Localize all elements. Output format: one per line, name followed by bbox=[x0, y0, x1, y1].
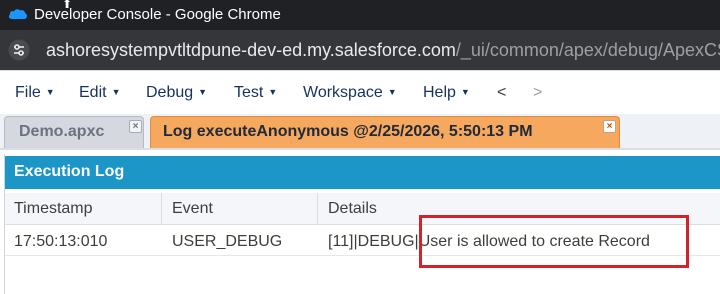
caret-down-icon: ▼ bbox=[198, 87, 208, 97]
nav-forward-button[interactable]: > bbox=[533, 84, 542, 102]
caret-down-icon: ▼ bbox=[387, 87, 397, 97]
url-domain: ashoresystempvtltdpune-dev-ed.my.salesfo… bbox=[46, 40, 456, 60]
salesforce-cloud-icon bbox=[8, 9, 27, 19]
menu-debug[interactable]: Debug ▼ bbox=[146, 84, 207, 102]
caret-down-icon: ▼ bbox=[460, 87, 470, 97]
address-bar: ashoresystempvtltdpune-dev-ed.my.salesfo… bbox=[0, 30, 720, 70]
tab-demo-apxc[interactable]: Demo.apxc × bbox=[4, 116, 144, 148]
url-field[interactable]: ashoresystempvtltdpune-dev-ed.my.salesfo… bbox=[46, 40, 720, 61]
menu-test[interactable]: Test ▼ bbox=[234, 84, 277, 102]
menu-workspace[interactable]: Workspace ▼ bbox=[303, 84, 397, 102]
mouse-cursor-icon: ⬆ bbox=[62, 0, 73, 11]
tab-log-execute-anonymous[interactable]: Log executeAnonymous @2/25/2026, 5:50:13… bbox=[150, 116, 620, 148]
menu-file[interactable]: File ▼ bbox=[15, 84, 55, 102]
close-icon[interactable]: × bbox=[603, 120, 616, 133]
caret-down-icon: ▼ bbox=[45, 87, 55, 97]
menu-edit[interactable]: Edit ▼ bbox=[79, 84, 121, 102]
menu-debug-label: Debug bbox=[146, 84, 194, 101]
execution-log-header: Execution Log bbox=[5, 156, 720, 189]
caret-down-icon: ▼ bbox=[111, 87, 121, 97]
cell-timestamp: 17:50:13:010 bbox=[14, 233, 108, 250]
column-resize-handle[interactable] bbox=[317, 193, 318, 225]
close-icon[interactable]: × bbox=[129, 120, 142, 133]
tab-label: Demo.apxc bbox=[19, 123, 105, 140]
column-header-event[interactable]: Event bbox=[172, 200, 213, 218]
menu-test-label: Test bbox=[234, 84, 264, 101]
tab-label: Log executeAnonymous @2/25/2026, 5:50:13… bbox=[163, 123, 533, 140]
url-path: /_ui/common/apex/debug/ApexCSIP bbox=[455, 40, 720, 60]
menu-file-label: File bbox=[15, 84, 41, 101]
column-resize-handle[interactable] bbox=[161, 193, 162, 225]
menu-help-label: Help bbox=[423, 84, 456, 101]
tune-icon[interactable] bbox=[8, 39, 30, 61]
menu-bar: File ▼ Edit ▼ Debug ▼ Test ▼ Workspace ▼ Help… bbox=[0, 70, 720, 114]
nav-back-button[interactable]: < bbox=[497, 84, 506, 102]
menu-help[interactable]: Help ▼ bbox=[423, 84, 470, 102]
column-header-timestamp[interactable]: Timestamp bbox=[14, 200, 93, 218]
window-title-bar: Developer Console - Google Chrome ⬆ bbox=[0, 0, 720, 30]
panel-title: Execution Log bbox=[14, 163, 125, 180]
cell-event: USER_DEBUG bbox=[172, 233, 283, 250]
details-prefix: [11]|DEBUG| bbox=[328, 233, 419, 250]
caret-down-icon: ▼ bbox=[268, 87, 278, 97]
menu-workspace-label: Workspace bbox=[303, 84, 383, 101]
menu-edit-label: Edit bbox=[79, 84, 107, 101]
tab-strip: Demo.apxc × Log executeAnonymous @2/25/2… bbox=[0, 114, 720, 150]
highlight-annotation-box bbox=[419, 215, 689, 268]
column-header-details[interactable]: Details bbox=[328, 200, 377, 218]
